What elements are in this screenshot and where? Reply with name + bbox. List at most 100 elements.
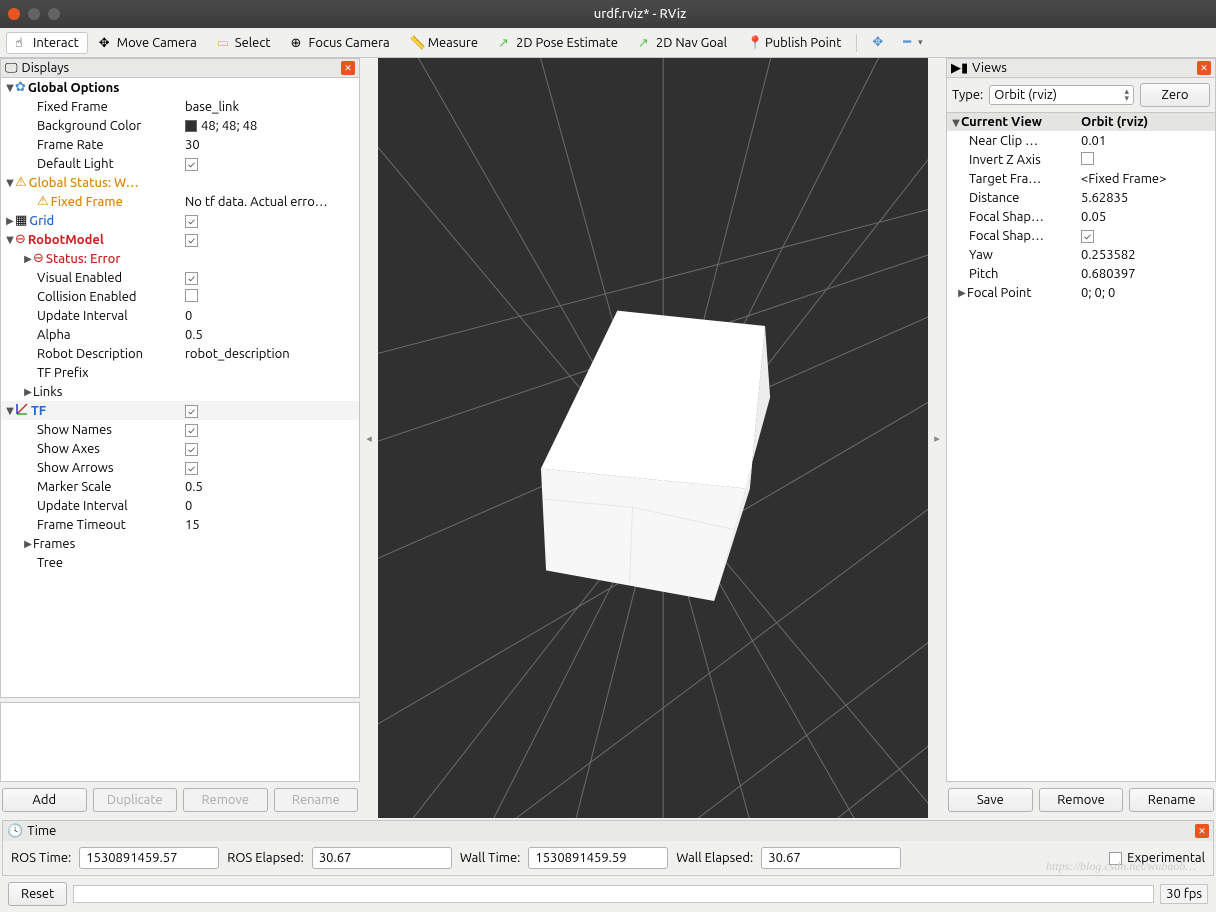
left-splitter[interactable] — [360, 58, 378, 818]
view-type-select[interactable]: Orbit (rviz)▴▾ — [989, 85, 1134, 105]
robot-model-node[interactable]: ▼⊖RobotModel✓ — [1, 230, 359, 249]
maximize-window-button[interactable] — [48, 8, 60, 20]
robot-model-checkbox[interactable]: ✓ — [185, 234, 198, 247]
display-buttons: Add Duplicate Remove Rename — [0, 782, 360, 818]
ros-elapsed-label: ROS Elapsed: — [227, 851, 304, 865]
rename-view-button[interactable]: Rename — [1129, 788, 1214, 812]
views-tree[interactable]: ▼Current ViewOrbit (rviz) Near Clip …0.0… — [946, 113, 1216, 782]
frame-rate-prop[interactable]: Frame Rate30 — [1, 135, 359, 154]
ros-time-label: ROS Time: — [11, 851, 71, 865]
target-frame-prop[interactable]: Target Fra…<Fixed Frame> — [947, 169, 1215, 188]
close-window-button[interactable] — [8, 8, 20, 20]
show-arrows-prop[interactable]: Show Arrows✓ — [1, 458, 359, 477]
bg-color-prop[interactable]: Background Color48; 48; 48 — [1, 116, 359, 135]
focal-shape-checkbox[interactable]: ✓ — [1081, 230, 1094, 243]
publish-point-tool[interactable]: 📍Publish Point — [738, 32, 850, 54]
dropdown-arrow-icon[interactable]: ▾ — [918, 37, 923, 48]
duplicate-button[interactable]: Duplicate — [93, 788, 178, 812]
alpha-prop[interactable]: Alpha0.5 — [1, 325, 359, 344]
nav-2d-tool[interactable]: ↗2D Nav Goal — [629, 32, 736, 54]
remove-view-button[interactable]: Remove — [1039, 788, 1124, 812]
remove-button[interactable]: Remove — [183, 788, 268, 812]
close-panel-button[interactable]: ✕ — [341, 61, 355, 75]
description-box — [0, 702, 360, 782]
global-status-node[interactable]: ▼⚠Global Status: W… — [1, 173, 359, 192]
minus-tool[interactable]: ━ — [894, 31, 920, 54]
show-names-prop[interactable]: Show Names✓ — [1, 420, 359, 439]
fixed-frame-prop[interactable]: Fixed Framebase_link — [1, 97, 359, 116]
visual-checkbox[interactable]: ✓ — [185, 272, 198, 285]
zero-button[interactable]: Zero — [1140, 83, 1210, 107]
measure-tool[interactable]: 📏Measure — [401, 32, 487, 54]
global-options-node[interactable]: ▼✿Global Options — [1, 78, 359, 97]
close-time-button[interactable]: ✕ — [1195, 824, 1209, 838]
frames-node[interactable]: ▶Frames — [1, 534, 359, 553]
right-splitter[interactable] — [928, 58, 946, 818]
invert-z-prop[interactable]: Invert Z Axis — [947, 150, 1215, 169]
select-tool[interactable]: ▭Select — [208, 32, 280, 54]
reset-button[interactable]: Reset — [8, 882, 67, 906]
distance-prop[interactable]: Distance5.62835 — [947, 188, 1215, 207]
pose-2d-tool[interactable]: ↗2D Pose Estimate — [489, 32, 627, 54]
plus-tool[interactable]: ✥ — [863, 31, 892, 54]
status-fixed-frame[interactable]: ⚠Fixed FrameNo tf data. Actual erro… — [1, 192, 359, 211]
rename-button[interactable]: Rename — [274, 788, 359, 812]
visual-enabled-prop[interactable]: Visual Enabled✓ — [1, 268, 359, 287]
measure-icon: 📏 — [410, 36, 424, 50]
wall-elapsed-field[interactable] — [761, 847, 901, 869]
window-title: urdf.rviz* - RViz — [72, 7, 1208, 21]
near-clip-prop[interactable]: Near Clip …0.01 — [947, 131, 1215, 150]
wall-time-field[interactable] — [528, 847, 668, 869]
add-button[interactable]: Add — [2, 788, 87, 812]
robot-update-interval-prop[interactable]: Update Interval0 — [1, 306, 359, 325]
frame-timeout-prop[interactable]: Frame Timeout15 — [1, 515, 359, 534]
render-panel[interactable] — [378, 58, 928, 818]
pitch-prop[interactable]: Pitch0.680397 — [947, 264, 1215, 283]
collision-enabled-prop[interactable]: Collision Enabled — [1, 287, 359, 306]
show-axes-prop[interactable]: Show Axes✓ — [1, 439, 359, 458]
toolbar: ☝Interact ✥Move Camera ▭Select ⊕Focus Ca… — [0, 28, 1216, 58]
tf-node[interactable]: ▼TF✓ — [1, 401, 359, 420]
pose-arrow-icon: ↗ — [498, 36, 512, 50]
tf-prefix-prop[interactable]: TF Prefix — [1, 363, 359, 382]
views-panel-header: ▶▮ Views ✕ — [946, 58, 1216, 78]
tf-update-interval-prop[interactable]: Update Interval0 — [1, 496, 359, 515]
show-axes-checkbox[interactable]: ✓ — [185, 443, 198, 456]
views-title: Views — [972, 61, 1007, 75]
move-camera-tool[interactable]: ✥Move Camera — [90, 32, 206, 54]
views-panel: ▶▮ Views ✕ Type: Orbit (rviz)▴▾ Zero ▼Cu… — [946, 58, 1216, 818]
collision-checkbox[interactable] — [185, 289, 198, 302]
grid-checkbox[interactable]: ✓ — [185, 215, 198, 228]
ros-elapsed-field[interactable] — [312, 847, 452, 869]
invert-z-checkbox[interactable] — [1081, 152, 1094, 165]
yaw-prop[interactable]: Yaw0.253582 — [947, 245, 1215, 264]
3d-viewport[interactable] — [378, 58, 928, 818]
focal-shape-fixed-prop[interactable]: Focal Shap…✓ — [947, 226, 1215, 245]
close-views-button[interactable]: ✕ — [1197, 61, 1211, 75]
ros-time-field[interactable] — [79, 847, 219, 869]
focal-point-prop[interactable]: ▶Focal Point0; 0; 0 — [947, 283, 1215, 302]
interact-tool[interactable]: ☝Interact — [6, 32, 88, 54]
show-names-checkbox[interactable]: ✓ — [185, 424, 198, 437]
show-arrows-checkbox[interactable]: ✓ — [185, 462, 198, 475]
robot-status-node[interactable]: ▶⊖Status: Error — [1, 249, 359, 268]
interact-icon: ☝ — [15, 36, 29, 50]
focus-camera-tool[interactable]: ⊕Focus Camera — [282, 32, 399, 54]
marker-scale-prop[interactable]: Marker Scale0.5 — [1, 477, 359, 496]
links-node[interactable]: ▶Links — [1, 382, 359, 401]
minimize-window-button[interactable] — [28, 8, 40, 20]
experimental-checkbox[interactable] — [1109, 852, 1122, 865]
default-light-checkbox[interactable]: ✓ — [185, 158, 198, 171]
select-icon: ▭ — [217, 36, 231, 50]
default-light-prop[interactable]: Default Light✓ — [1, 154, 359, 173]
save-view-button[interactable]: Save — [948, 788, 1033, 812]
tf-checkbox[interactable]: ✓ — [185, 405, 198, 418]
focal-shape-size-prop[interactable]: Focal Shap…0.05 — [947, 207, 1215, 226]
displays-tree[interactable]: ▼✿Global Options Fixed Framebase_link Ba… — [0, 78, 360, 698]
displays-panel-header: 🖵 Displays ✕ — [0, 58, 360, 78]
warning-icon: ⚠ — [37, 194, 49, 209]
robot-description-prop[interactable]: Robot Descriptionrobot_description — [1, 344, 359, 363]
grid-node[interactable]: ▶▦Grid✓ — [1, 211, 359, 230]
experimental-toggle[interactable]: Experimental — [1109, 851, 1205, 865]
tree-node[interactable]: Tree — [1, 553, 359, 572]
